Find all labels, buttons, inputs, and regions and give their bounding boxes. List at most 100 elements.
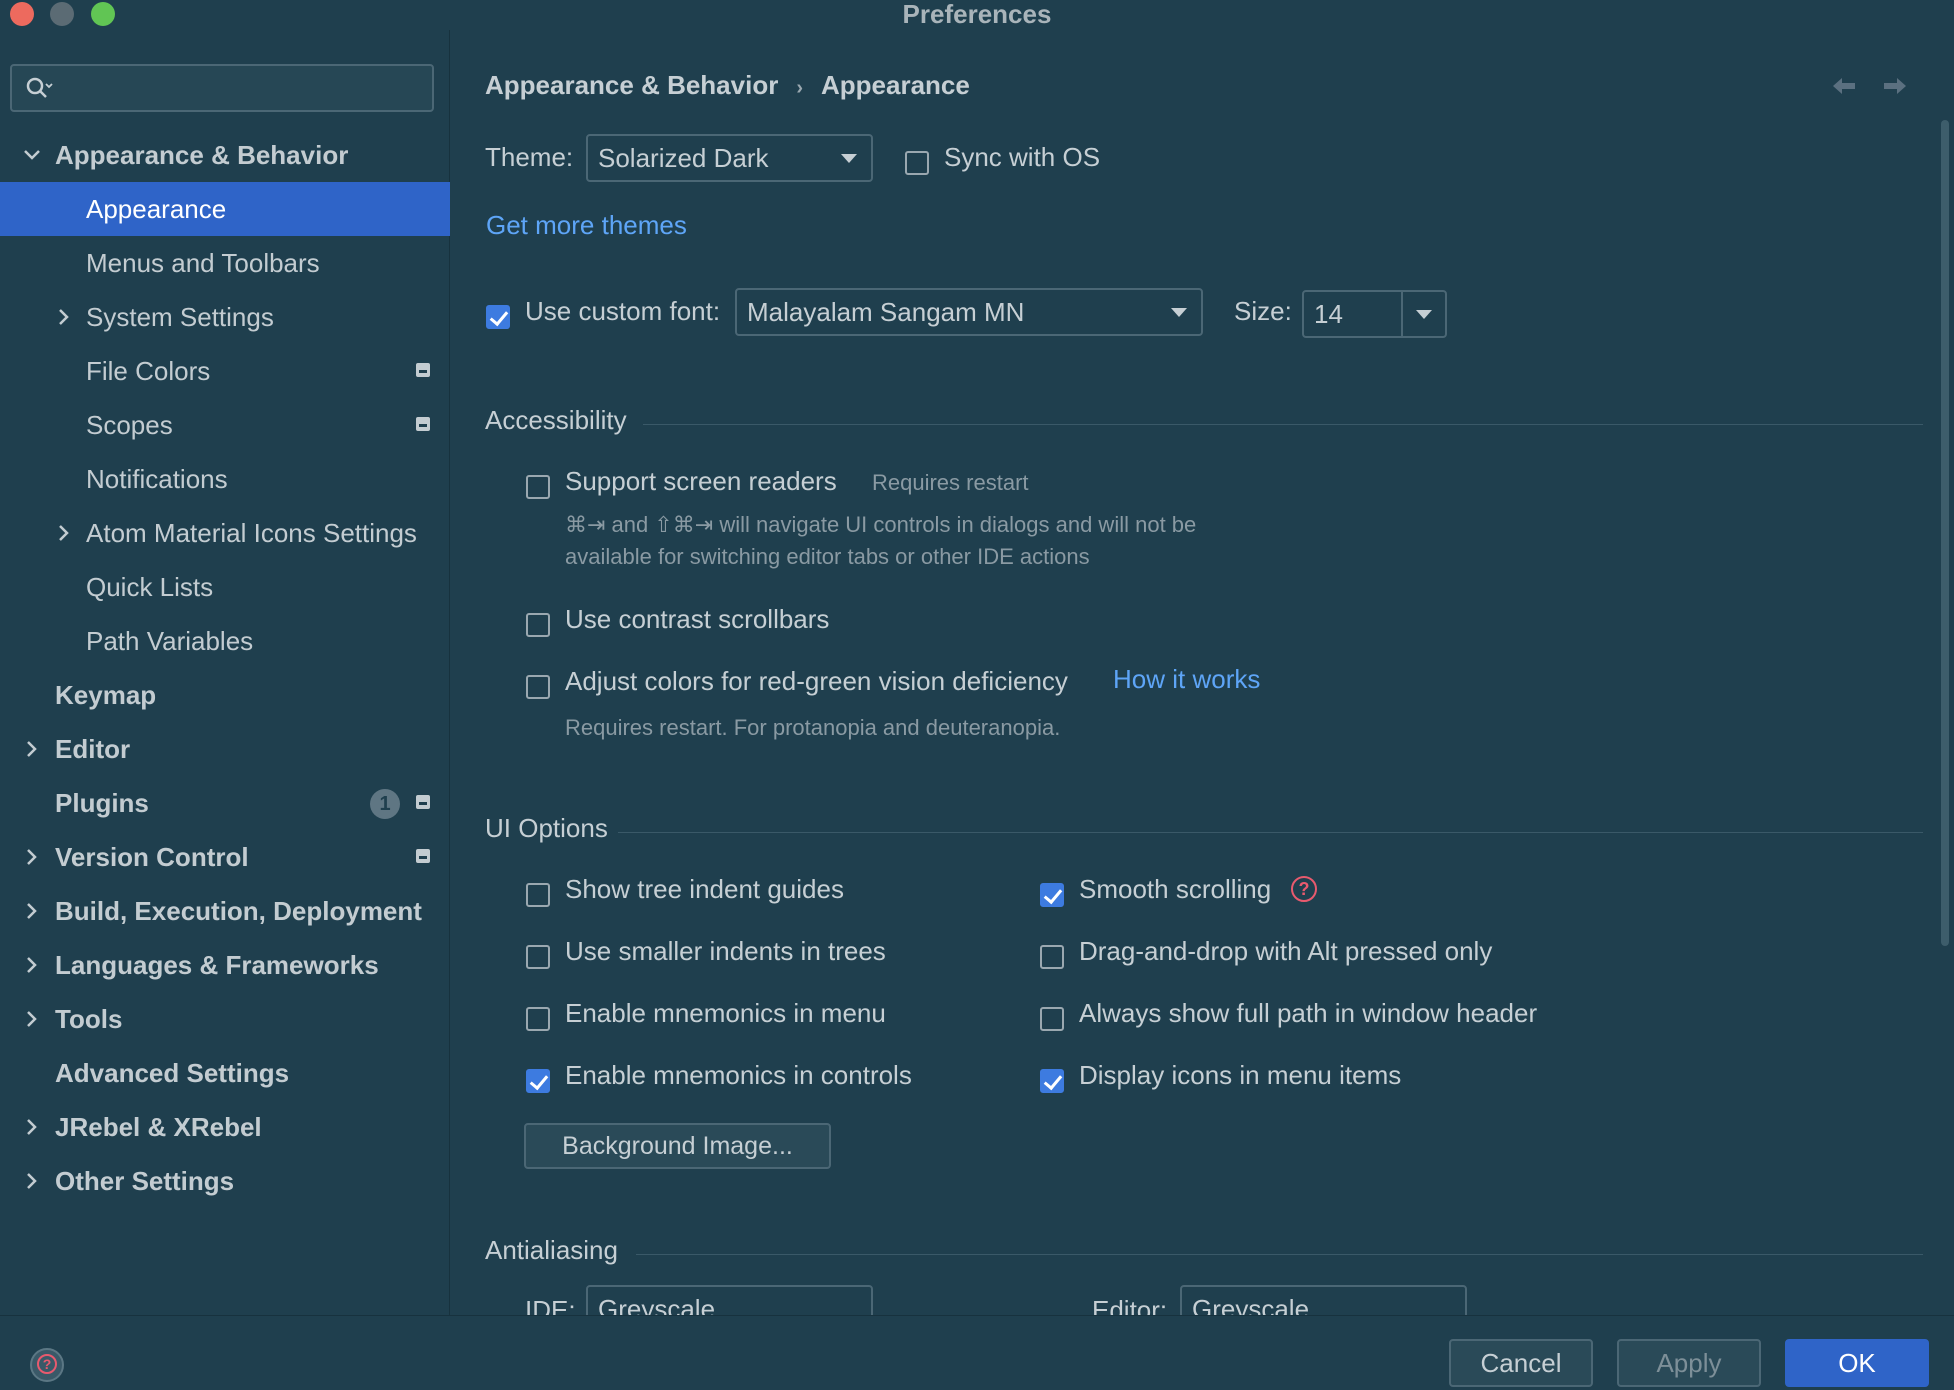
editor-antialiasing-label: Editor: xyxy=(1092,1295,1168,1315)
dropdown-arrow-icon xyxy=(1171,308,1187,317)
theme-value: Solarized Dark xyxy=(598,143,769,173)
chevron-right-icon[interactable] xyxy=(22,1117,42,1137)
window-minimize-button[interactable] xyxy=(50,2,74,26)
sidebar-item-appearance[interactable]: Appearance xyxy=(0,182,450,236)
chevron-right-icon[interactable] xyxy=(22,955,42,975)
sidebar-item-version-control[interactable]: Version Control xyxy=(0,830,450,884)
smooth-scrolling-checkbox[interactable] xyxy=(1040,883,1064,907)
sidebar-item-jrebel-xrebel[interactable]: JRebel & XRebel xyxy=(0,1100,450,1154)
icons-menu-items-checkbox[interactable] xyxy=(1040,1069,1064,1093)
sidebar-item-label: Menus and Toolbars xyxy=(86,248,320,278)
sidebar-item-menus-toolbars[interactable]: Menus and Toolbars xyxy=(0,236,450,290)
breadcrumb: Appearance & Behavior › Appearance xyxy=(485,70,970,101)
apply-button[interactable]: Apply xyxy=(1617,1339,1761,1387)
chevron-down-icon[interactable] xyxy=(22,145,42,165)
sidebar-item-label: Keymap xyxy=(55,680,157,710)
drag-drop-alt-checkbox[interactable] xyxy=(1040,945,1064,969)
vertical-scrollbar[interactable] xyxy=(1941,120,1949,946)
sidebar-item-plugins[interactable]: Plugins 1 xyxy=(0,776,450,830)
chevron-right-icon[interactable] xyxy=(22,1171,42,1191)
custom-font-checkbox[interactable] xyxy=(486,305,510,329)
font-size-dropdown-button[interactable] xyxy=(1401,292,1445,336)
sidebar-item-languages-frameworks[interactable]: Languages & Frameworks xyxy=(0,938,450,992)
sidebar-item-label: Atom Material Icons Settings xyxy=(86,518,417,548)
sidebar-item-other-settings[interactable]: Other Settings xyxy=(0,1154,450,1208)
settings-search-field[interactable] xyxy=(10,64,434,112)
antialiasing-row-clip: IDE: Greyscale Editor: Greyscale xyxy=(451,1285,1941,1315)
sidebar-item-label: Appearance xyxy=(86,194,227,224)
smaller-indents-label: Use smaller indents in trees xyxy=(565,936,886,966)
sidebar-item-file-colors[interactable]: File Colors xyxy=(0,344,450,398)
window-maximize-button[interactable] xyxy=(91,2,115,26)
back-arrow-icon[interactable] xyxy=(1831,76,1857,96)
chevron-right-icon[interactable] xyxy=(22,847,42,867)
sidebar-item-label: Editor xyxy=(55,734,131,764)
chevron-right-icon[interactable] xyxy=(54,523,74,543)
help-icon: ? xyxy=(37,1354,57,1374)
sidebar-item-editor[interactable]: Editor xyxy=(0,722,450,776)
font-size-value[interactable]: 14 xyxy=(1314,292,1343,336)
search-icon xyxy=(26,77,53,98)
tree-indent-guides-label: Show tree indent guides xyxy=(565,874,844,904)
smaller-indents-checkbox[interactable] xyxy=(526,945,550,969)
chevron-right-icon[interactable] xyxy=(22,739,42,759)
theme-dropdown[interactable]: Solarized Dark xyxy=(586,134,873,182)
help-button[interactable]: ? xyxy=(30,1348,64,1382)
editor-antialiasing-dropdown[interactable]: Greyscale xyxy=(1180,1285,1467,1315)
mnemonics-controls-checkbox[interactable] xyxy=(526,1069,550,1093)
sidebar-item-advanced-settings[interactable]: Advanced Settings xyxy=(0,1046,450,1100)
screen-readers-description: available for switching editor tabs or o… xyxy=(565,544,1090,569)
chevron-right-icon[interactable] xyxy=(22,1009,42,1029)
sidebar-item-atom-material-icons[interactable]: Atom Material Icons Settings xyxy=(0,506,450,560)
plugins-update-badge: 1 xyxy=(370,789,400,819)
red-green-label: Adjust colors for red-green vision defic… xyxy=(565,666,1068,696)
font-dropdown[interactable]: Malayalam Sangam MN xyxy=(735,288,1203,336)
project-level-icon xyxy=(416,417,430,431)
chevron-right-icon[interactable] xyxy=(22,901,42,921)
background-image-button[interactable]: Background Image... xyxy=(524,1123,831,1169)
section-divider xyxy=(643,424,1923,425)
ok-button[interactable]: OK xyxy=(1785,1339,1929,1387)
mnemonics-menu-checkbox[interactable] xyxy=(526,1007,550,1031)
sidebar-item-label: Path Variables xyxy=(86,626,254,656)
settings-search-input[interactable] xyxy=(60,70,420,106)
font-value: Malayalam Sangam MN xyxy=(747,297,1025,327)
sidebar-item-tools[interactable]: Tools xyxy=(0,992,450,1046)
help-icon[interactable]: ? xyxy=(1291,876,1317,902)
tree-indent-guides-checkbox[interactable] xyxy=(526,883,550,907)
ide-antialiasing-dropdown[interactable]: Greyscale xyxy=(586,1285,873,1315)
project-level-icon xyxy=(416,795,430,809)
drag-drop-alt-label: Drag-and-drop with Alt pressed only xyxy=(1079,936,1493,966)
ide-antialiasing-label: IDE: xyxy=(525,1295,576,1315)
sidebar-item-keymap[interactable]: Keymap xyxy=(0,668,450,722)
sidebar-item-build-execution[interactable]: Build, Execution, Deployment xyxy=(0,884,450,938)
chevron-right-icon[interactable] xyxy=(54,307,74,327)
window-close-button[interactable] xyxy=(10,2,34,26)
sidebar-item-scopes[interactable]: Scopes xyxy=(0,398,450,452)
screen-readers-checkbox[interactable] xyxy=(526,475,550,499)
red-green-note: Requires restart. For protanopia and deu… xyxy=(565,715,1061,740)
forward-arrow-icon[interactable] xyxy=(1882,76,1908,96)
sidebar-item-path-variables[interactable]: Path Variables xyxy=(0,614,450,668)
project-level-icon xyxy=(416,849,430,863)
window-title: Preferences xyxy=(902,0,1052,29)
smooth-scrolling-label: Smooth scrolling xyxy=(1079,874,1272,904)
sidebar-item-label: JRebel & XRebel xyxy=(55,1112,262,1142)
sidebar-item-label: Build, Execution, Deployment xyxy=(55,896,422,926)
font-size-combobox[interactable]: 14 xyxy=(1302,290,1447,338)
sidebar-item-label: Other Settings xyxy=(55,1166,235,1196)
requires-restart-note: Requires restart xyxy=(872,470,1029,495)
sidebar-item-appearance-behavior[interactable]: Appearance & Behavior xyxy=(0,128,450,182)
sidebar-item-label: Version Control xyxy=(55,842,249,872)
sync-os-checkbox[interactable] xyxy=(905,151,929,175)
sidebar-item-system-settings[interactable]: System Settings xyxy=(0,290,450,344)
red-green-checkbox[interactable] xyxy=(526,675,550,699)
get-more-themes-link[interactable]: Get more themes xyxy=(486,210,687,241)
breadcrumb-parent[interactable]: Appearance & Behavior xyxy=(485,70,778,100)
contrast-scrollbars-checkbox[interactable] xyxy=(526,613,550,637)
full-path-header-checkbox[interactable] xyxy=(1040,1007,1064,1031)
sidebar-item-quick-lists[interactable]: Quick Lists xyxy=(0,560,450,614)
how-it-works-link[interactable]: How it works xyxy=(1113,664,1260,695)
cancel-button[interactable]: Cancel xyxy=(1449,1339,1593,1387)
sidebar-item-notifications[interactable]: Notifications xyxy=(0,452,450,506)
